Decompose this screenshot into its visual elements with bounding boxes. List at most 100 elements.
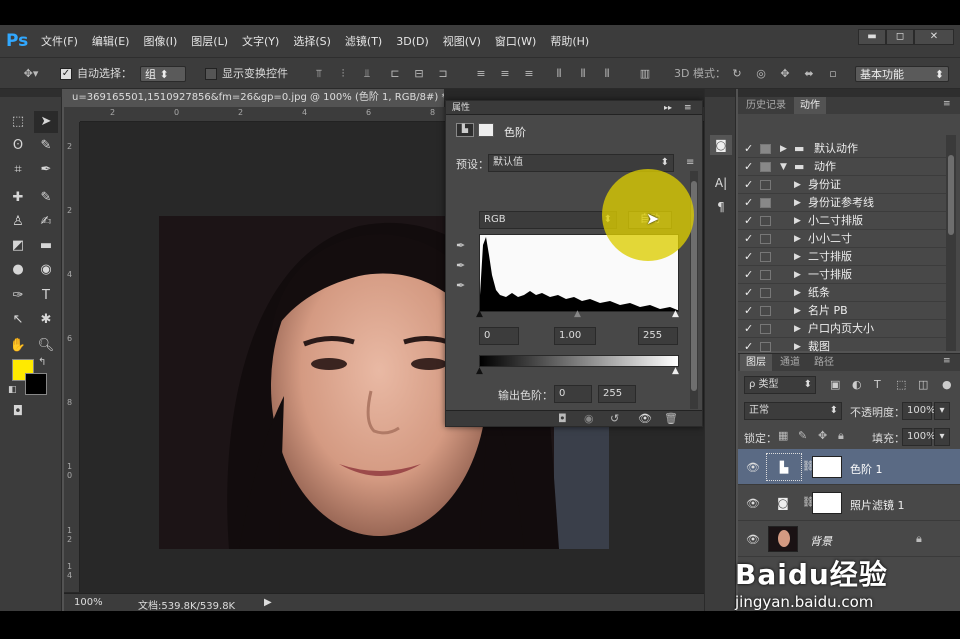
layer-visibility-icon[interactable]: 👁︎: [746, 497, 760, 510]
marquee-tool-icon[interactable]: ⬚: [6, 111, 30, 133]
action-enabled-check-icon[interactable]: ✓: [744, 140, 753, 158]
dialog-toggle-icon[interactable]: [760, 324, 771, 334]
layer-filter-dropdown[interactable]: ρ 类型 ⬍: [744, 376, 816, 394]
default-colors-icon[interactable]: ◧: [8, 385, 17, 395]
dodge-tool-icon[interactable]: ◉: [34, 259, 58, 281]
menu-filter[interactable]: 滤镜(T): [338, 33, 389, 49]
output-white-field[interactable]: 255: [598, 385, 636, 403]
action-row[interactable]: ✓ ▶ 身份证: [738, 176, 946, 194]
action-row[interactable]: ✓ ▼ ▬ 动作: [738, 158, 946, 176]
actions-scrollbar[interactable]: [946, 135, 956, 351]
action-enabled-check-icon[interactable]: ✓: [744, 248, 753, 266]
swap-colors-icon[interactable]: ↰: [38, 357, 46, 368]
crop-tool-icon[interactable]: ⌗: [6, 159, 30, 181]
tab-actions[interactable]: 动作: [794, 97, 826, 114]
paragraph-panel-icon[interactable]: ¶: [710, 197, 732, 217]
lock-all-icon[interactable]: 🔒︎: [838, 429, 844, 443]
3d-rotate-icon[interactable]: ↻: [730, 67, 744, 81]
input-gamma-field[interactable]: 1.00: [554, 327, 596, 345]
collapsed-arrow-icon[interactable]: ▶: [794, 230, 801, 248]
reset-icon[interactable]: ↺: [610, 412, 619, 425]
align-top-icon[interactable]: ⫪: [312, 67, 326, 81]
expanded-arrow-icon[interactable]: ▼: [780, 158, 787, 176]
dialog-toggle-icon[interactable]: [760, 342, 771, 352]
auto-select-dropdown[interactable]: 组 ⬍: [140, 66, 186, 82]
dialog-toggle-icon[interactable]: [760, 144, 771, 154]
layer-mask-thumbnail[interactable]: [812, 492, 842, 514]
quick-mask-icon[interactable]: ◘: [6, 401, 30, 423]
input-white-field[interactable]: 255: [638, 327, 678, 345]
eraser-tool-icon[interactable]: ◩: [6, 235, 30, 257]
action-enabled-check-icon[interactable]: ✓: [744, 194, 753, 212]
align-vcenter-icon[interactable]: ⫶: [336, 67, 350, 81]
channel-dropdown[interactable]: RGB⬍: [479, 211, 617, 229]
blend-mode-dropdown[interactable]: 正常 ⬍: [744, 402, 842, 420]
menu-window[interactable]: 窗口(W): [488, 33, 543, 49]
filter-shape-icon[interactable]: ⬚: [896, 378, 906, 391]
close-button[interactable]: ✕: [914, 29, 954, 45]
menu-file[interactable]: 文件(F): [34, 33, 85, 49]
workspace-dropdown[interactable]: 基本功能 ⬍: [855, 66, 949, 82]
filter-type-icon[interactable]: T: [874, 378, 881, 391]
actions-menu-icon[interactable]: ≡: [943, 99, 951, 109]
3d-roll-icon[interactable]: ◎: [754, 67, 768, 81]
layer-name[interactable]: 背景: [810, 533, 832, 549]
collapse-icon[interactable]: ▸▸: [664, 101, 672, 115]
filter-smart-object-icon[interactable]: ◫: [918, 378, 928, 391]
action-row[interactable]: ✓ ▶ 小二寸排版: [738, 212, 946, 230]
action-row[interactable]: ✓ ▶ 纸条: [738, 284, 946, 302]
lock-transparent-icon[interactable]: ▦: [778, 429, 788, 442]
fill-field[interactable]: 100%: [902, 428, 936, 446]
lock-position-icon[interactable]: ✥: [818, 429, 827, 442]
action-enabled-check-icon[interactable]: ✓: [744, 212, 753, 230]
document-tab[interactable]: u=369165501,1510927856&fm=26&gp=0.jpg @ …: [64, 89, 444, 107]
properties-tab[interactable]: 属性: [452, 101, 470, 115]
3d-pan-icon[interactable]: ✥: [778, 67, 792, 81]
dialog-toggle-icon[interactable]: [760, 198, 771, 208]
zoom-level[interactable]: 100%: [74, 597, 103, 608]
dialog-toggle-icon[interactable]: [760, 306, 771, 316]
path-select-tool-icon[interactable]: ↖: [6, 309, 30, 331]
mask-icon[interactable]: [478, 123, 494, 137]
filter-adjustment-icon[interactable]: ◐: [852, 378, 862, 391]
action-enabled-check-icon[interactable]: ✓: [744, 284, 753, 302]
filter-toggle-icon[interactable]: ●: [942, 378, 952, 391]
lock-pixels-icon[interactable]: ✎: [798, 429, 807, 442]
menu-layer[interactable]: 图层(L): [184, 33, 235, 49]
hand-tool-icon[interactable]: ✋: [6, 335, 30, 357]
collapsed-arrow-icon[interactable]: ▶: [794, 212, 801, 230]
status-menu-arrow-icon[interactable]: ▶: [264, 597, 272, 608]
gradient-tool-icon[interactable]: ▬: [34, 235, 58, 257]
maximize-button[interactable]: ◻: [886, 29, 914, 45]
background-layer-thumbnail[interactable]: [768, 526, 798, 552]
collapsed-arrow-icon[interactable]: ▶: [794, 248, 801, 266]
pen-tool-icon[interactable]: ✑: [6, 285, 30, 307]
menu-view[interactable]: 视图(V): [436, 33, 488, 49]
tab-paths[interactable]: 路径: [808, 354, 840, 371]
distribute-bottom-icon[interactable]: ≡: [522, 67, 536, 81]
collapsed-arrow-icon[interactable]: ▶: [794, 176, 801, 194]
zoom-tool-icon[interactable]: 🔍︎: [34, 335, 58, 357]
menu-3d[interactable]: 3D(D): [389, 35, 436, 48]
action-enabled-check-icon[interactable]: ✓: [744, 158, 753, 176]
auto-align-icon[interactable]: ▥: [638, 67, 652, 81]
input-gamma-slider-icon[interactable]: ▲: [574, 309, 581, 319]
distribute-right-icon[interactable]: ⦀: [600, 67, 614, 81]
action-row[interactable]: ✓ ▶ 一寸排版: [738, 266, 946, 284]
move-tool-icon[interactable]: ➤: [34, 111, 58, 133]
visibility-icon[interactable]: 👁︎: [638, 412, 652, 425]
layer-visibility-icon[interactable]: 👁︎: [746, 461, 760, 474]
delete-icon[interactable]: 🗑︎: [664, 412, 678, 425]
show-transform-checkbox[interactable]: [205, 68, 217, 80]
collapsed-arrow-icon[interactable]: ▶: [794, 194, 801, 212]
white-eyedropper-icon[interactable]: ✒: [456, 279, 465, 292]
dialog-toggle-icon[interactable]: [760, 180, 771, 190]
collapsed-arrow-icon[interactable]: ▶: [794, 302, 801, 320]
action-enabled-check-icon[interactable]: ✓: [744, 302, 753, 320]
move-tool-icon[interactable]: ✥▾: [20, 67, 42, 81]
history-brush-tool-icon[interactable]: ✍: [34, 211, 58, 233]
eyedropper-tool-icon[interactable]: ✒: [34, 159, 58, 181]
clone-stamp-tool-icon[interactable]: ♙: [6, 211, 30, 233]
layer-visibility-icon[interactable]: 👁︎: [746, 533, 760, 546]
lasso-tool-icon[interactable]: ʘ: [6, 135, 30, 157]
